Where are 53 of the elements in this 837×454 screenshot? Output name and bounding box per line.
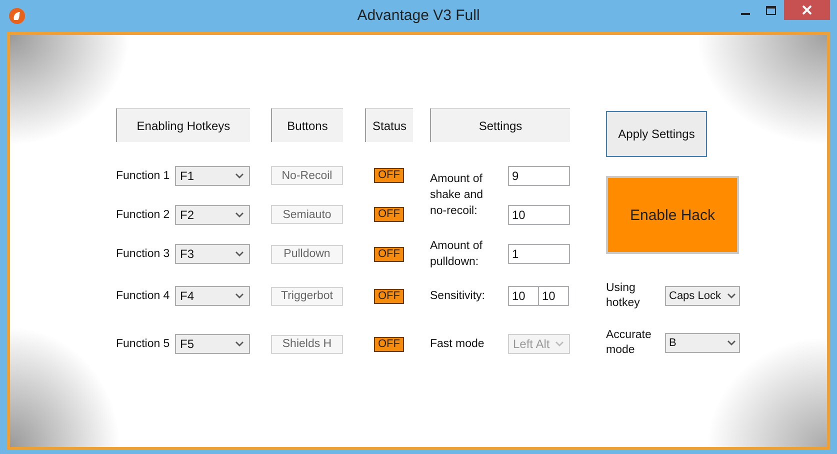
status-label: OFF [374, 207, 404, 222]
function-label: Function 2 [116, 208, 170, 220]
number-field[interactable]: 1 [508, 244, 570, 264]
hotkey-dropdown[interactable]: F4 [175, 286, 250, 306]
function-label: Function 3 [116, 248, 170, 260]
hotkey-dropdown[interactable]: F5 [175, 334, 250, 354]
chevron-icon [235, 293, 244, 299]
option-dropdown[interactable]: B [665, 333, 740, 353]
chevron-icon [235, 251, 244, 257]
enable-hack-button[interactable]: Enable Hack [606, 176, 739, 254]
status-label: OFF [374, 336, 404, 352]
chevron-icon [235, 341, 244, 347]
number-field[interactable]: 10 [508, 286, 539, 306]
column-header: Buttons [271, 108, 343, 142]
function-button[interactable]: Triggerbot [271, 286, 343, 306]
app-icon [9, 8, 25, 24]
function-button[interactable]: No-Recoil [271, 166, 343, 185]
close-button[interactable] [784, 0, 830, 20]
chevron-icon [555, 341, 564, 347]
setting-label: Sensitivity: [430, 289, 486, 304]
setting-label: Amount of shake and no-recoil: [430, 172, 484, 219]
minimize-icon [740, 12, 750, 14]
function-label: Function 1 [116, 170, 170, 182]
chevron-icon [235, 212, 244, 218]
column-header: Status [365, 108, 413, 142]
column-header: Enabling Hotkeys [116, 108, 250, 142]
function-button[interactable]: Semiauto [271, 205, 343, 224]
function-label: Function 5 [116, 338, 170, 350]
number-field[interactable]: 10 [508, 204, 570, 224]
chevron-icon [235, 172, 244, 178]
number-field[interactable]: 10 [538, 286, 569, 306]
status-label: OFF [374, 246, 404, 262]
window-title: Advantage V3 Full [357, 7, 480, 24]
column-header: Settings [430, 108, 570, 142]
status-label: OFF [374, 168, 404, 183]
apply-settings-button[interactable]: Apply Settings [606, 111, 707, 157]
option-label: Accurate mode [606, 328, 652, 358]
function-label: Function 4 [116, 290, 170, 302]
function-button[interactable]: Shields H [271, 334, 343, 354]
close-icon [802, 5, 812, 15]
hotkey-dropdown[interactable]: F1 [175, 166, 250, 186]
setting-label: Fast mode [430, 337, 486, 352]
function-button[interactable]: Pulldown [271, 244, 343, 264]
option-dropdown[interactable]: Caps Lock [665, 286, 740, 306]
setting-label: Amount of pulldown: [430, 239, 484, 270]
chevron-icon [727, 293, 736, 299]
maximize-icon [766, 6, 776, 14]
number-field[interactable]: 9 [508, 166, 570, 186]
hotkey-dropdown[interactable]: F3 [175, 244, 250, 264]
chevron-icon [727, 340, 736, 346]
hotkey-dropdown[interactable]: F2 [175, 204, 250, 224]
status-label: OFF [374, 288, 404, 304]
option-label: Using hotkey [606, 281, 641, 311]
